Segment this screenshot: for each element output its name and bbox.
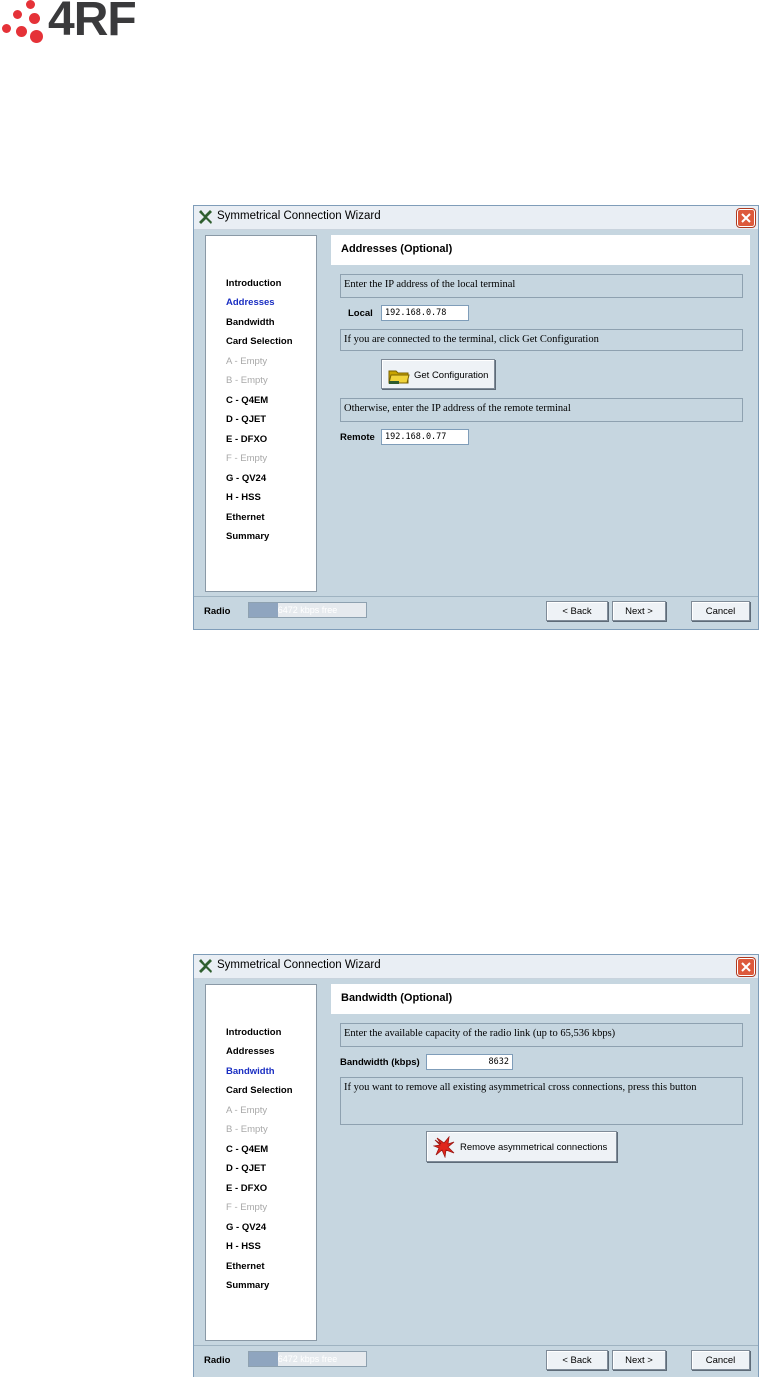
bandwidth-label: Bandwidth (kbps) (340, 1057, 420, 1068)
nav-step-slot-a: A - Empty (226, 1105, 268, 1116)
nav-step-slot-c[interactable]: C - Q4EM (226, 1144, 268, 1155)
logo-dot (2, 24, 11, 33)
remove-asymmetrical-connections-button[interactable]: Remove asymmetrical connections (426, 1131, 617, 1162)
nav-step-slot-g[interactable]: G - QV24 (226, 1222, 266, 1233)
wizard-steps-panel: Introduction Addresses Bandwidth Card Se… (205, 984, 317, 1341)
close-button[interactable] (737, 958, 755, 976)
window-title: Symmetrical Connection Wizard (217, 210, 381, 222)
wizard-steps-panel: Introduction Addresses Bandwidth Card Se… (205, 235, 317, 592)
logo-wordmark: 4RF (48, 0, 137, 46)
info-box-connected: If you are connected to the terminal, cl… (340, 329, 743, 351)
bandwidth-progress-bar: 6472 kbps free (248, 1351, 367, 1367)
nav-step-slot-a: A - Empty (226, 356, 268, 367)
info-box-remove: If you want to remove all existing asymm… (340, 1077, 743, 1125)
back-button[interactable]: < Back (546, 601, 608, 621)
close-button[interactable] (737, 209, 755, 227)
logo-dot (29, 13, 40, 24)
get-configuration-button[interactable]: Get Configuration (381, 359, 495, 389)
logo-dot (26, 0, 35, 9)
page-title: Addresses (Optional) (341, 243, 453, 255)
window-title: Symmetrical Connection Wizard (217, 959, 381, 971)
nav-step-slot-f: F - Empty (226, 1202, 268, 1213)
radio-label: Radio (204, 1355, 231, 1366)
nav-step-ethernet[interactable]: Ethernet (226, 1261, 265, 1272)
page-header: Addresses (Optional) (331, 235, 750, 265)
cancel-button[interactable]: Cancel (691, 1350, 750, 1370)
bandwidth-progress-bar: 6472 kbps free (248, 602, 367, 618)
wizard-window-bandwidth: Symmetrical Connection Wizard Introducti… (193, 954, 759, 1377)
info-text: Enter the available capacity of the radi… (344, 1028, 616, 1039)
info-box-remote: Otherwise, enter the IP address of the r… (340, 398, 743, 422)
nav-step-addresses[interactable]: Addresses (226, 1046, 275, 1057)
wizard-window-addresses: Symmetrical Connection Wizard Introducti… (193, 205, 759, 630)
title-bar[interactable]: Symmetrical Connection Wizard (194, 206, 758, 230)
nav-step-card-selection[interactable]: Card Selection (226, 336, 293, 347)
nav-step-bandwidth[interactable]: Bandwidth (226, 317, 275, 328)
info-box-capacity: Enter the available capacity of the radi… (340, 1023, 743, 1047)
wizard-app-icon (199, 210, 212, 224)
nav-step-slot-b: B - Empty (226, 1124, 268, 1135)
nav-step-slot-e[interactable]: E - DFXO (226, 434, 267, 445)
close-icon (741, 962, 751, 972)
nav-step-introduction[interactable]: Introduction (226, 1027, 281, 1038)
nav-step-bandwidth[interactable]: Bandwidth (226, 1066, 275, 1077)
local-label: Local (348, 308, 373, 319)
title-bar[interactable]: Symmetrical Connection Wizard (194, 955, 758, 979)
page-title: Bandwidth (Optional) (341, 992, 453, 1004)
remote-label: Remote (340, 432, 375, 443)
back-button[interactable]: < Back (546, 1350, 608, 1370)
close-icon (741, 213, 751, 223)
info-text: If you are connected to the terminal, cl… (344, 334, 599, 345)
nav-step-slot-h[interactable]: H - HSS (226, 492, 261, 503)
nav-step-slot-e[interactable]: E - DFXO (226, 1183, 267, 1194)
logo-dot (16, 26, 27, 37)
nav-step-summary[interactable]: Summary (226, 531, 269, 542)
info-text: If you want to remove all existing asymm… (344, 1082, 697, 1093)
footer-divider (194, 1345, 758, 1346)
nav-step-slot-g[interactable]: G - QV24 (226, 473, 266, 484)
nav-step-slot-c[interactable]: C - Q4EM (226, 395, 268, 406)
nav-step-slot-d[interactable]: D - QJET (226, 414, 266, 425)
wizard-app-icon (199, 959, 212, 973)
nav-step-introduction[interactable]: Introduction (226, 278, 281, 289)
info-box-local: Enter the IP address of the local termin… (340, 274, 743, 298)
progress-text: 6472 kbps free (277, 605, 338, 615)
nav-step-slot-b: B - Empty (226, 375, 268, 386)
nav-step-summary[interactable]: Summary (226, 1280, 269, 1291)
footer-divider (194, 596, 758, 597)
page-header: Bandwidth (Optional) (331, 984, 750, 1014)
next-button[interactable]: Next > (612, 601, 666, 621)
red-cross-icon (433, 1136, 455, 1158)
nav-step-slot-d[interactable]: D - QJET (226, 1163, 266, 1174)
logo-dot (13, 10, 22, 19)
next-button[interactable]: Next > (612, 1350, 666, 1370)
nav-step-addresses[interactable]: Addresses (226, 297, 275, 308)
logo-dot (30, 30, 43, 43)
info-text: Otherwise, enter the IP address of the r… (344, 403, 571, 414)
folder-icon (388, 370, 410, 384)
nav-step-card-selection[interactable]: Card Selection (226, 1085, 293, 1096)
local-ip-input[interactable] (381, 305, 469, 321)
info-text: Enter the IP address of the local termin… (344, 279, 516, 290)
nav-step-ethernet[interactable]: Ethernet (226, 512, 265, 523)
nav-step-slot-f: F - Empty (226, 453, 268, 464)
brand-logo: 4RF (0, 0, 175, 48)
bandwidth-input[interactable] (426, 1054, 513, 1070)
nav-step-slot-h[interactable]: H - HSS (226, 1241, 261, 1252)
remote-ip-input[interactable] (381, 429, 469, 445)
cancel-button[interactable]: Cancel (691, 601, 750, 621)
radio-label: Radio (204, 606, 231, 617)
progress-text: 6472 kbps free (277, 1354, 338, 1364)
